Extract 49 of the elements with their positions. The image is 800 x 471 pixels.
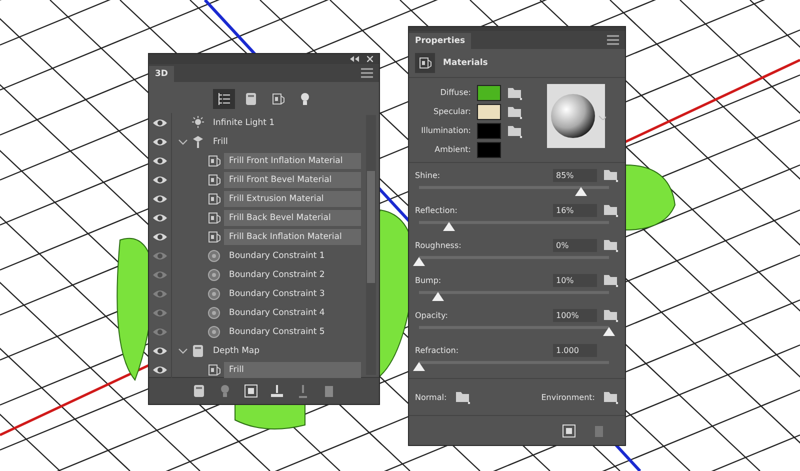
slider-label: Opacity: bbox=[415, 310, 449, 320]
layer-name: Boundary Constraint 1 bbox=[228, 250, 326, 262]
layer-name: Boundary Constraint 2 bbox=[228, 268, 326, 282]
layer-name: Boundary Constraint 5 bbox=[228, 326, 326, 338]
layer-name: Infinite Light 1 bbox=[212, 116, 276, 130]
slider-label: Bump: bbox=[415, 276, 442, 284]
panel-title: Materials bbox=[443, 58, 488, 68]
value-field[interactable]: 100% bbox=[553, 308, 597, 322]
layer-row[interactable]: Frill bbox=[149, 132, 363, 151]
layer-name: Boundary Constraint 3 bbox=[228, 288, 326, 300]
layer-row[interactable]: Boundary Constraint 5 bbox=[149, 322, 363, 341]
map-label: Environment: bbox=[541, 392, 595, 402]
slider-label: Refraction: bbox=[415, 346, 460, 354]
panel-tab[interactable]: 3D bbox=[149, 66, 174, 82]
layer-name: Frill bbox=[224, 362, 361, 378]
layer-row[interactable]: Depth Map bbox=[149, 341, 363, 360]
layer-row[interactable]: Boundary Constraint 3 bbox=[149, 284, 363, 303]
map-label: Normal: bbox=[415, 392, 447, 402]
value-field[interactable]: 16% bbox=[553, 204, 597, 216]
layer-row[interactable]: Infinite Light 1 bbox=[149, 113, 363, 132]
value-field[interactable]: 1.000 bbox=[553, 344, 597, 356]
swatch-label: Ambient: bbox=[434, 145, 471, 154]
layer-name: Frill Back Inflation Material bbox=[224, 228, 361, 244]
slider-label: Roughness: bbox=[415, 240, 462, 250]
swatch-label: Diffuse: bbox=[439, 88, 471, 97]
layer-row[interactable]: Frill Front Inflation Material bbox=[149, 151, 363, 170]
layer-row[interactable]: Frill Back Bevel Material bbox=[149, 208, 363, 227]
swatch-label: Illumination: bbox=[420, 126, 471, 135]
layer-row[interactable]: Boundary Constraint 2 bbox=[149, 265, 363, 284]
value-field[interactable]: 85% bbox=[553, 168, 597, 182]
layer-row[interactable]: Boundary Constraint 4 bbox=[149, 303, 363, 322]
slider-label: Shine: bbox=[415, 170, 442, 180]
layer-name: Frill bbox=[212, 136, 229, 148]
layer-name: Frill Front Inflation Material bbox=[224, 152, 361, 168]
layer-row[interactable]: Boundary Constraint 1 bbox=[149, 246, 363, 265]
swatch-label: Specular: bbox=[432, 107, 471, 116]
layer-row[interactable]: Frill Extrusion Material bbox=[149, 189, 363, 208]
value-field[interactable]: 10% bbox=[553, 274, 597, 286]
layer-name: Boundary Constraint 4 bbox=[228, 306, 326, 320]
layer-name: Frill Extrusion Material bbox=[224, 190, 361, 206]
layer-name: Frill Front Bevel Material bbox=[224, 172, 361, 188]
panel-tab[interactable]: Properties bbox=[409, 33, 472, 49]
layer-row[interactable]: Frill Front Bevel Material bbox=[149, 170, 363, 189]
layer-row[interactable]: Frill bbox=[149, 360, 363, 379]
layer-row[interactable]: Frill Back Inflation Material bbox=[149, 227, 363, 246]
slider-label: Reflection: bbox=[415, 206, 458, 214]
layer-name: Frill Back Bevel Material bbox=[224, 210, 361, 226]
layer-name: Depth Map bbox=[212, 344, 261, 358]
value-field[interactable]: 0% bbox=[553, 238, 597, 252]
